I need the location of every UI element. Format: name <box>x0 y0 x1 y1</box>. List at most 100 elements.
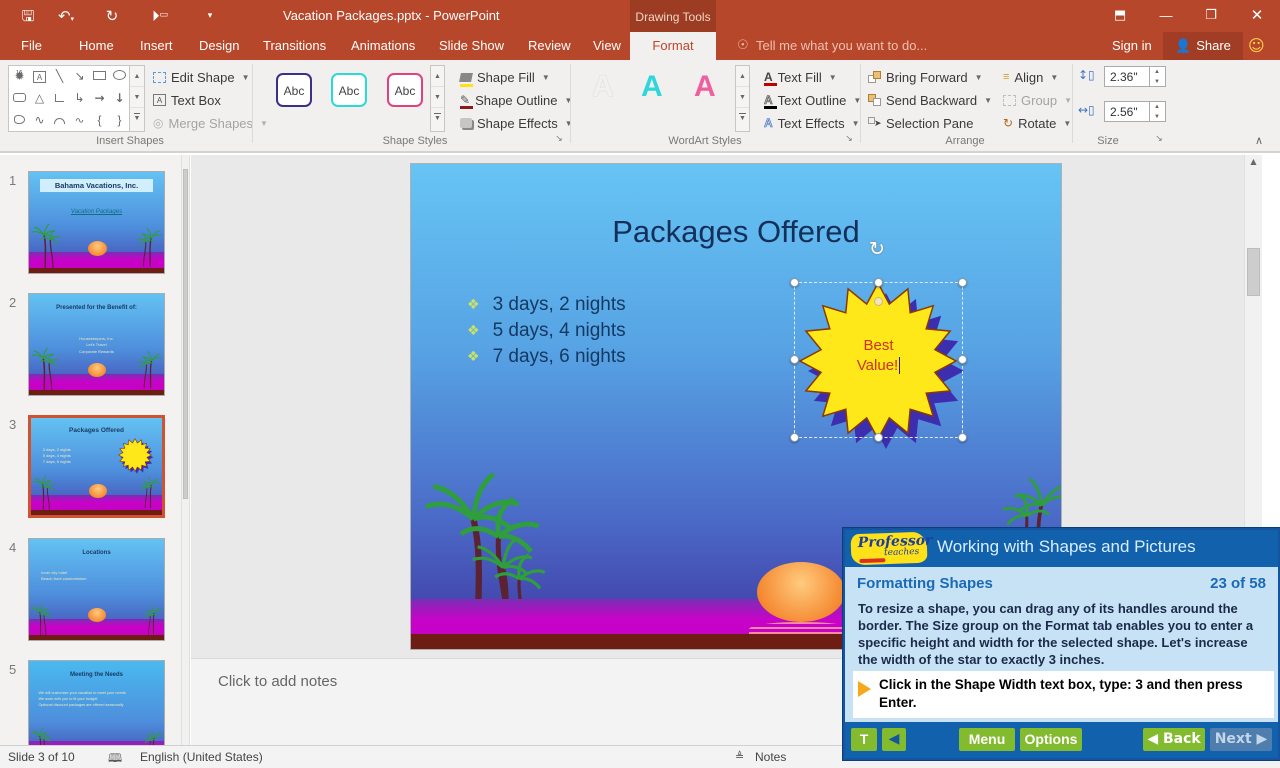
shape-style-3[interactable]: Abc <box>387 73 423 107</box>
replay-back-button[interactable]: ◀ <box>882 728 906 751</box>
triangle-shape-icon[interactable]: △ <box>30 88 49 109</box>
shape-style-1[interactable]: Abc <box>276 73 312 107</box>
line-shape-icon[interactable]: ╲ <box>50 66 69 87</box>
resize-handle-bottom-right[interactable] <box>958 433 967 442</box>
notes-toggle-icon[interactable]: ≜ <box>735 750 744 763</box>
arrow-line-shape-icon[interactable]: ↘ <box>70 66 89 87</box>
tab-slide-show[interactable]: Slide Show <box>426 32 517 60</box>
slide-thumbnail-5[interactable]: Meeting the Needs We will customize your… <box>28 660 165 745</box>
resize-handle-top-center[interactable] <box>874 278 883 287</box>
notes-toggle[interactable]: Notes <box>755 750 786 764</box>
minimize-button[interactable]: — <box>1149 0 1183 32</box>
gallery-scroll-down-icon[interactable]: ▼ <box>130 87 144 108</box>
resize-handle-bottom-center[interactable] <box>874 433 883 442</box>
group-button[interactable]: Group▼ <box>1003 89 1072 111</box>
elbow-arrow-connector-shape-icon[interactable]: ↳ <box>70 88 89 109</box>
language-indicator[interactable]: English (United States) <box>140 750 263 764</box>
collapse-ribbon-icon[interactable]: ∧ <box>1255 134 1263 147</box>
thumbnail-panel-scrollbar[interactable] <box>181 155 189 745</box>
align-button[interactable]: ≡Align▼ <box>1003 66 1058 88</box>
tab-transitions[interactable]: Transitions <box>250 32 339 60</box>
shape-outline-button[interactable]: ✎Shape Outline▼ <box>460 89 572 111</box>
send-backward-button[interactable]: Send Backward▼ <box>868 89 992 111</box>
tell-me-box[interactable]: Tell me what you want to do... <box>756 32 927 60</box>
selection-pane-button[interactable]: ➤Selection Pane <box>868 112 973 134</box>
edit-shape-button[interactable]: Edit Shape▼ <box>153 66 250 88</box>
text-mode-button[interactable]: T <box>851 728 877 751</box>
shape-height-input[interactable] <box>1105 67 1149 86</box>
options-button[interactable]: Options <box>1020 728 1082 751</box>
slide-title[interactable]: Packages Offered <box>411 214 1061 250</box>
wordart-more-icon[interactable]: ▼ <box>736 108 749 129</box>
slide-thumbnail-1[interactable]: Bahama Vacations, Inc. Vacation Packages <box>28 171 165 274</box>
rectangle-shape-icon[interactable] <box>90 66 109 87</box>
shape-styles-scrollbar[interactable]: ▲ ▼ ▼ <box>430 65 445 132</box>
proofing-icon[interactable]: 🕮 <box>108 749 122 768</box>
tab-design[interactable]: Design <box>186 32 252 60</box>
resize-handle-bottom-left[interactable] <box>790 433 799 442</box>
tab-animations[interactable]: Animations <box>338 32 428 60</box>
curve-shape-icon[interactable]: ∿ <box>70 113 89 128</box>
shape-styles-up-icon[interactable]: ▲ <box>431 66 444 87</box>
tab-file[interactable]: File <box>8 32 55 60</box>
shape-styles-dialog-launcher-icon[interactable]: ↘ <box>552 132 566 146</box>
text-outline-button[interactable]: AText Outline▼ <box>764 89 861 111</box>
redo-icon[interactable]: ↻ <box>98 4 126 28</box>
share-button[interactable]: 👤Share <box>1163 32 1243 60</box>
sign-in-link[interactable]: Sign in <box>1112 32 1152 60</box>
shape-styles-more-icon[interactable]: ▼ <box>431 108 444 129</box>
rotate-button[interactable]: ↻Rotate▼ <box>1003 112 1071 134</box>
wordart-down-icon[interactable]: ▼ <box>736 87 749 108</box>
arc-shape-icon[interactable] <box>50 110 69 131</box>
back-button[interactable]: ◀ Back <box>1143 728 1205 751</box>
wordart-style-1[interactable]: A <box>592 70 614 104</box>
bullet-item[interactable]: ❖ 3 days, 2 nights <box>467 294 626 316</box>
feedback-smiley-icon[interactable]: ☺ <box>1248 32 1265 60</box>
tab-view[interactable]: View <box>580 32 634 60</box>
save-icon[interactable]: 🖫 <box>14 4 42 28</box>
shape-gallery-scrollbar[interactable]: ▲ ▼ ▼ <box>130 65 145 132</box>
shape-style-2[interactable]: Abc <box>331 73 367 107</box>
wordart-up-icon[interactable]: ▲ <box>736 66 749 87</box>
freeform-shape-icon[interactable] <box>10 110 29 131</box>
oval-shape-icon[interactable] <box>110 66 129 87</box>
shape-width-field[interactable]: ▲▼ <box>1104 101 1166 122</box>
shape-fill-button[interactable]: Shape Fill▼ <box>460 66 550 88</box>
shape-height-field[interactable]: ▲▼ <box>1104 66 1166 87</box>
scroll-up-icon[interactable]: ▲ <box>1245 157 1262 166</box>
tab-home[interactable]: Home <box>66 32 127 60</box>
tab-review[interactable]: Review <box>515 32 584 60</box>
rounded-rectangle-shape-icon[interactable] <box>10 88 29 109</box>
resize-handle-top-left[interactable] <box>790 278 799 287</box>
start-slideshow-icon[interactable]: ⏵▭ <box>146 4 174 28</box>
elbow-connector-shape-icon[interactable] <box>50 88 69 109</box>
wordart-dialog-launcher-icon[interactable]: ↘ <box>842 132 856 146</box>
resize-handle-top-right[interactable] <box>958 278 967 287</box>
resize-handle-middle-right[interactable] <box>958 355 967 364</box>
customize-qat-icon[interactable]: ▾ <box>196 4 224 28</box>
ribbon-display-options-icon[interactable]: ⬒ <box>1103 0 1137 32</box>
shape-adjust-handle[interactable] <box>874 297 883 306</box>
restore-button[interactable]: ❐ <box>1194 0 1228 32</box>
next-button-disabled[interactable]: Next ▶ <box>1210 728 1272 751</box>
height-spin-up-icon[interactable]: ▲ <box>1150 67 1164 77</box>
bring-forward-button[interactable]: Bring Forward▼ <box>868 66 983 88</box>
merge-shapes-button[interactable]: ◎Merge Shapes▼ <box>153 112 268 134</box>
right-block-arrow-shape-icon[interactable]: → <box>90 88 109 109</box>
scribble-shape-icon[interactable]: ∿ <box>30 110 49 131</box>
resize-handle-middle-left[interactable] <box>790 355 799 364</box>
left-brace-shape-icon[interactable]: { <box>90 110 109 131</box>
gallery-more-icon[interactable]: ▼ <box>130 108 144 129</box>
close-button[interactable]: ✕ <box>1240 0 1274 32</box>
shape-styles-down-icon[interactable]: ▼ <box>431 87 444 108</box>
text-effects-button[interactable]: AText Effects▼ <box>764 112 860 134</box>
bullet-item[interactable]: ❖ 5 days, 4 nights <box>467 320 626 342</box>
wordart-styles-scrollbar[interactable]: ▲ ▼ ▼ <box>735 65 750 132</box>
wordart-style-3[interactable]: A <box>694 70 716 104</box>
notes-placeholder[interactable]: Click to add notes <box>218 673 337 690</box>
tab-insert[interactable]: Insert <box>127 32 186 60</box>
menu-button[interactable]: Menu <box>959 728 1015 751</box>
gallery-scroll-up-icon[interactable]: ▲ <box>130 66 144 87</box>
shape-gallery[interactable]: ✹16 A ╲ ↘ △ ↳ → ↓ ∿ ∿ { } <box>8 65 130 132</box>
slide-thumbnail-3-selected[interactable]: Packages Offered 3 days, 2 nights 5 days… <box>28 415 165 518</box>
